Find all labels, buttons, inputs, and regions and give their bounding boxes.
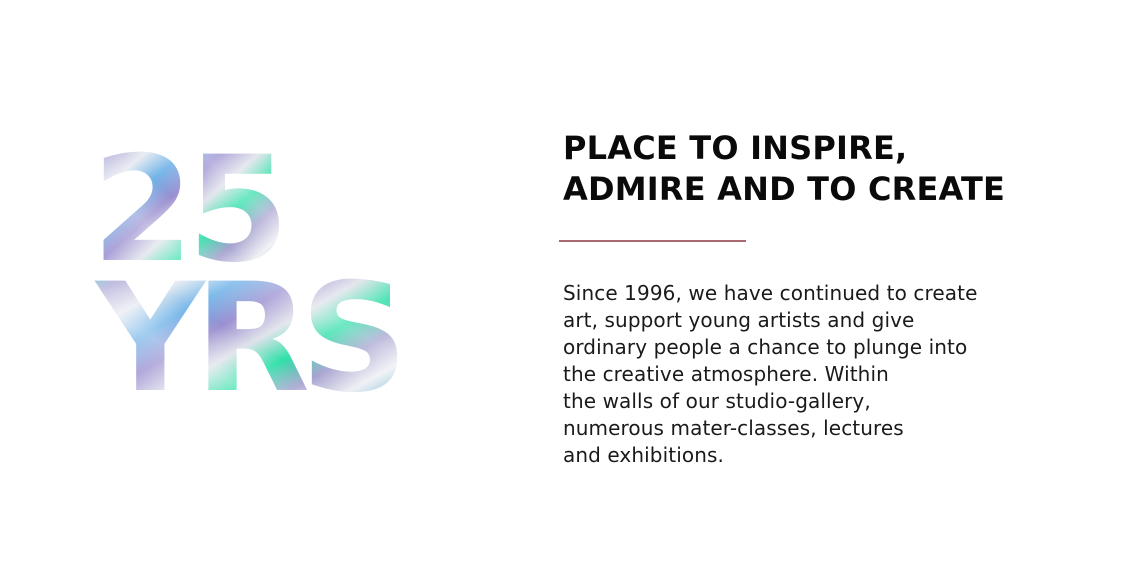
anniversary-logo: 25 25 YRS YRS bbox=[88, 132, 478, 402]
logo-unit-sheen: YRS bbox=[94, 252, 398, 402]
description-line: the walls of our studio-gallery, bbox=[563, 389, 871, 413]
description-line: Since 1996, we have continued to create bbox=[563, 281, 978, 305]
description-line: ordinary people a chance to plunge into bbox=[563, 335, 968, 359]
headline-line-2: ADMIRE AND TO CREATE bbox=[563, 170, 1006, 208]
headline-line-1: PLACE TO INSPIRE, bbox=[563, 129, 908, 167]
description-line: and exhibitions. bbox=[563, 443, 724, 467]
accent-divider bbox=[559, 240, 746, 242]
description-line: numerous mater-classes, lectures bbox=[563, 416, 904, 440]
description-line: the creative atmosphere. Within bbox=[563, 362, 889, 386]
description-line: art, support young artists and give bbox=[563, 308, 915, 332]
section-headline: PLACE TO INSPIRE, ADMIRE AND TO CREATE bbox=[563, 128, 1103, 210]
description-paragraph: Since 1996, we have continued to create … bbox=[563, 280, 1103, 469]
about-section: PLACE TO INSPIRE, ADMIRE AND TO CREATE S… bbox=[559, 128, 1103, 469]
holographic-25-yrs-graphic: 25 25 YRS YRS bbox=[92, 132, 408, 402]
